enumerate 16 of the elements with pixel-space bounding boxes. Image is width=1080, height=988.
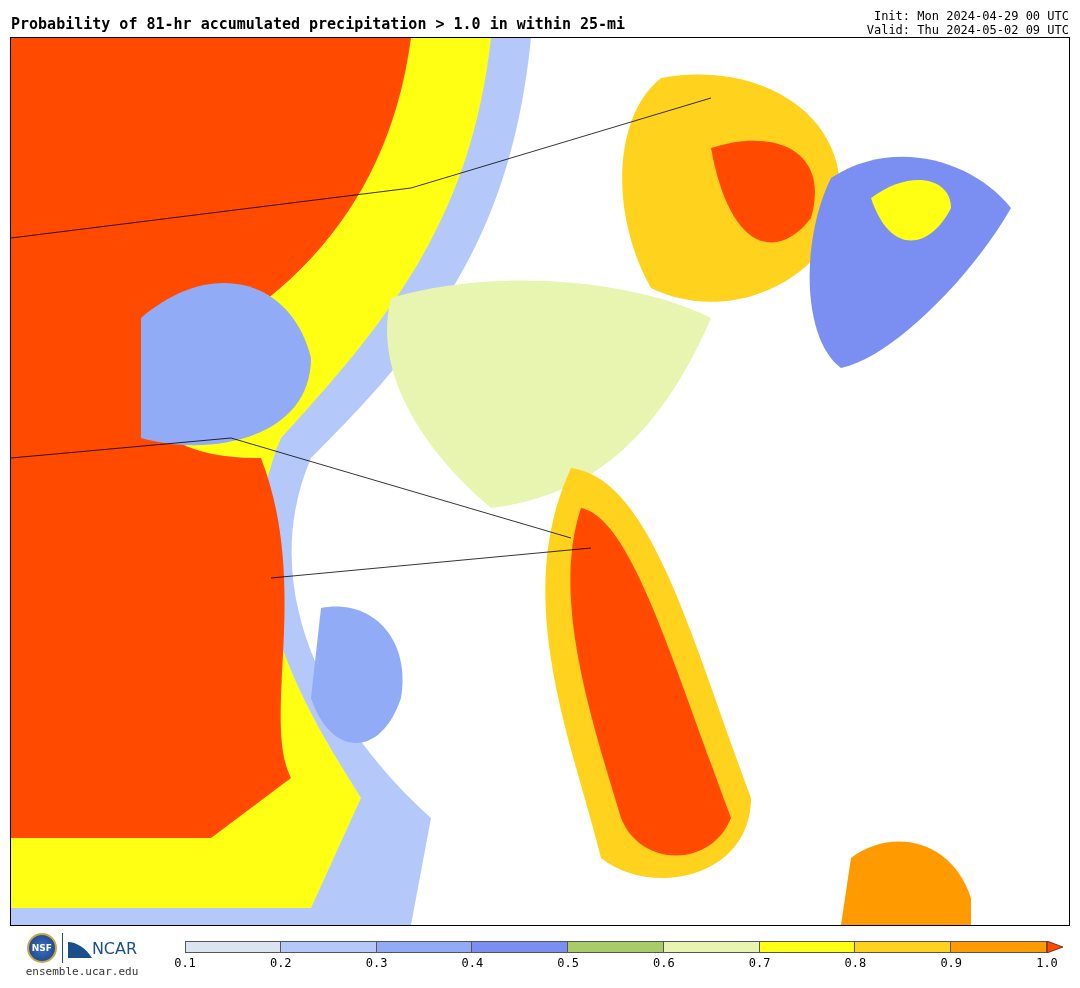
seal-logo: NSF [26,933,57,963]
colorbar-tick-label: 0.4 [461,956,484,970]
wordmark-logo: NCAR [67,938,138,958]
init-time: Init: Mon 2024-04-29 00 UTC [873,9,1069,23]
colorbar-tick-label: 0.1 [174,956,196,970]
colorbar-tick-label: 0.6 [653,956,675,970]
valid-time: Valid: Thu 2024-05-02 09 UTC [866,23,1069,37]
colorbar-tick-label: 0.8 [844,956,867,970]
colorbar-tick-label: 0.5 [557,956,579,970]
colorbar-tick-label: 0.3 [365,956,388,970]
site-url: ensemble.ucar.edu [25,965,139,978]
colorbar-tick-label: 0.2 [269,956,292,970]
colorbar-tick-label: 0.9 [940,956,963,970]
colorbar-tick-label: 0.7 [748,956,771,970]
colorbar-tick-label: 1.0 [1036,956,1058,970]
chart-title: Probability of 81-hr accumulated precipitation > 1.0 in within 25-mi [11,15,626,35]
